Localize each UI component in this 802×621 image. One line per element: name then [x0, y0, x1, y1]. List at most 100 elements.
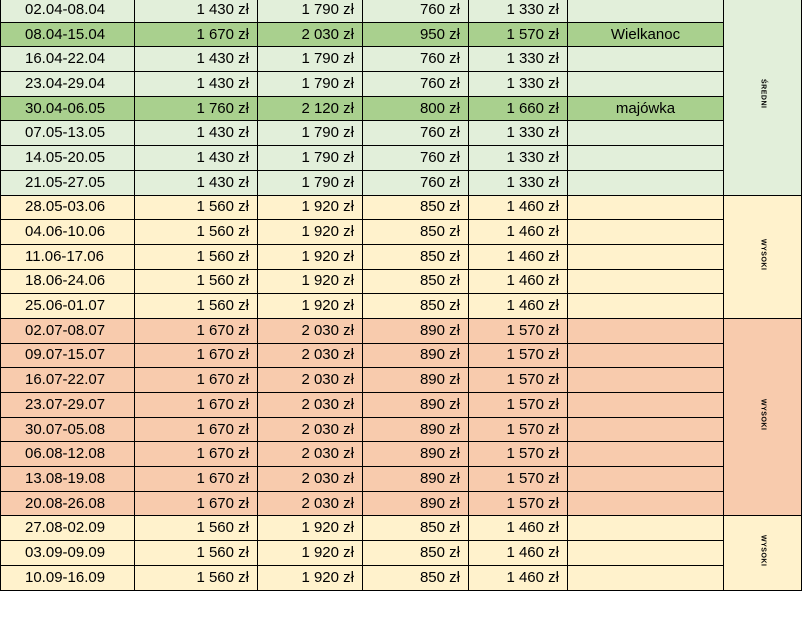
price-cell-1: 1 560 zł	[134, 293, 258, 319]
price-cell-3: 850 zł	[362, 293, 469, 319]
season-cell: WYSOKI	[723, 515, 802, 591]
price-cell-2: 2 030 zł	[257, 367, 363, 393]
price-cell-3: 890 zł	[362, 317, 469, 344]
table-row: 07.05-13.05 1 430 zł 1 790 zł 760 zł 1 330 z…	[0, 120, 802, 147]
table-row: 06.08-12.08 1 670 zł 2 030 zł 890 zł 1 570 z…	[0, 441, 802, 468]
price-cell-4: 1 330 zł	[468, 71, 568, 97]
price-cell-3: 890 zł	[362, 416, 469, 443]
price-cell-3: 850 zł	[362, 243, 469, 270]
price-table: 02.04-08.04 1 430 zł 1 790 zł 760 zł 1 330 z…	[0, 0, 802, 591]
note-cell	[567, 0, 724, 23]
price-cell-2: 1 920 zł	[257, 293, 363, 319]
price-cell-3: 850 zł	[362, 564, 469, 591]
price-cell-3: 850 zł	[362, 515, 469, 542]
season-cell: ŚREDNI	[723, 0, 802, 196]
note-cell	[567, 441, 724, 468]
date-range-cell: 02.07-08.07	[0, 317, 135, 344]
price-cell-2: 1 920 zł	[257, 243, 363, 270]
table-row: 13.08-19.08 1 670 zł 2 030 zł 890 zł 1 570 z…	[0, 466, 802, 492]
price-cell-3: 800 zł	[362, 95, 469, 122]
price-cell-1: 1 430 zł	[134, 71, 258, 97]
price-cell-4: 1 570 zł	[468, 490, 568, 517]
price-cell-2: 1 920 zł	[257, 564, 363, 591]
price-cell-4: 1 460 zł	[468, 540, 568, 566]
season-cell: WYSOKI	[723, 317, 802, 517]
date-range-cell: 11.06-17.06	[0, 243, 135, 270]
date-range-cell: 08.04-15.04	[0, 21, 135, 48]
price-cell-3: 950 zł	[362, 21, 469, 48]
price-cell-1: 1 430 zł	[134, 145, 258, 171]
price-table-body: 02.04-08.04 1 430 zł 1 790 zł 760 zł 1 330 z…	[0, 0, 802, 591]
price-cell-2: 2 030 zł	[257, 466, 363, 492]
price-cell-1: 1 560 zł	[134, 219, 258, 245]
price-cell-4: 1 570 zł	[468, 392, 568, 418]
season-label: WYSOKI	[759, 238, 767, 270]
price-cell-4: 1 460 zł	[468, 564, 568, 591]
price-cell-2: 2 030 zł	[257, 441, 363, 468]
price-cell-2: 2 030 zł	[257, 490, 363, 517]
price-cell-4: 1 330 zł	[468, 46, 568, 73]
date-range-cell: 16.07-22.07	[0, 367, 135, 393]
price-cell-1: 1 670 zł	[134, 466, 258, 492]
date-range-cell: 10.09-16.09	[0, 564, 135, 591]
note-cell	[567, 268, 724, 295]
price-cell-3: 760 zł	[362, 169, 469, 196]
price-cell-1: 1 430 zł	[134, 120, 258, 147]
price-cell-3: 890 zł	[362, 490, 469, 517]
price-cell-4: 1 570 zł	[468, 342, 568, 369]
price-cell-3: 850 zł	[362, 194, 469, 221]
price-cell-2: 2 030 zł	[257, 317, 363, 344]
price-cell-4: 1 330 zł	[468, 0, 568, 23]
price-cell-1: 1 670 zł	[134, 416, 258, 443]
price-cell-3: 890 zł	[362, 466, 469, 492]
table-row: 30.07-05.08 1 670 zł 2 030 zł 890 zł 1 570 z…	[0, 416, 802, 443]
price-cell-3: 760 zł	[362, 0, 469, 23]
season-cell: WYSOKI	[723, 194, 802, 319]
price-cell-1: 1 670 zł	[134, 21, 258, 48]
season-label: WYSOKI	[759, 398, 767, 431]
price-cell-2: 1 790 zł	[257, 46, 363, 73]
price-cell-1: 1 560 zł	[134, 268, 258, 295]
note-cell	[567, 243, 724, 270]
price-cell-1: 1 670 zł	[134, 317, 258, 344]
price-cell-4: 1 570 zł	[468, 441, 568, 468]
price-cell-4: 1 570 zł	[468, 466, 568, 492]
price-cell-1: 1 560 zł	[134, 243, 258, 270]
date-range-cell: 06.08-12.08	[0, 441, 135, 468]
price-cell-1: 1 670 zł	[134, 392, 258, 418]
price-cell-4: 1 570 zł	[468, 367, 568, 393]
note-cell	[567, 392, 724, 418]
date-range-cell: 21.05-27.05	[0, 169, 135, 196]
price-cell-4: 1 460 zł	[468, 293, 568, 319]
price-cell-2: 1 790 zł	[257, 145, 363, 171]
price-cell-1: 1 760 zł	[134, 95, 258, 122]
note-cell	[567, 342, 724, 369]
price-cell-4: 1 460 zł	[468, 515, 568, 542]
note-cell: Wielkanoc	[567, 21, 724, 48]
table-row: 28.05-03.06 1 560 zł 1 920 zł 850 zł 1 460 z…	[0, 194, 802, 319]
note-cell	[567, 564, 724, 591]
season-label: ŚREDNI	[759, 79, 767, 109]
price-cell-4: 1 660 zł	[468, 95, 568, 122]
date-range-cell: 30.07-05.08	[0, 416, 135, 443]
price-cell-3: 890 zł	[362, 367, 469, 393]
price-cell-1: 1 670 zł	[134, 342, 258, 369]
table-row: 02.04-08.04 1 430 zł 1 790 zł 760 zł 1 330 z…	[0, 0, 802, 196]
price-cell-3: 760 zł	[362, 145, 469, 171]
price-cell-2: 2 030 zł	[257, 392, 363, 418]
note-cell	[567, 293, 724, 319]
note-cell	[567, 490, 724, 517]
date-range-cell: 25.06-01.07	[0, 293, 135, 319]
table-row: 27.08-02.09 1 560 zł 1 920 zł 850 zł 1 460 z…	[0, 515, 802, 591]
date-range-cell: 09.07-15.07	[0, 342, 135, 369]
table-row: 16.04-22.04 1 430 zł 1 790 zł 760 zł 1 330 z…	[0, 46, 802, 73]
table-row: 21.05-27.05 1 430 zł 1 790 zł 760 zł 1 330 z…	[0, 169, 802, 196]
date-range-cell: 07.05-13.05	[0, 120, 135, 147]
date-range-cell: 28.05-03.06	[0, 194, 135, 221]
price-cell-2: 1 920 zł	[257, 194, 363, 221]
table-row: 25.06-01.07 1 560 zł 1 920 zł 850 zł 1 460 z…	[0, 293, 802, 319]
price-cell-4: 1 570 zł	[468, 317, 568, 344]
note-cell	[567, 416, 724, 443]
price-cell-4: 1 570 zł	[468, 416, 568, 443]
season-label: WYSOKI	[759, 534, 767, 567]
